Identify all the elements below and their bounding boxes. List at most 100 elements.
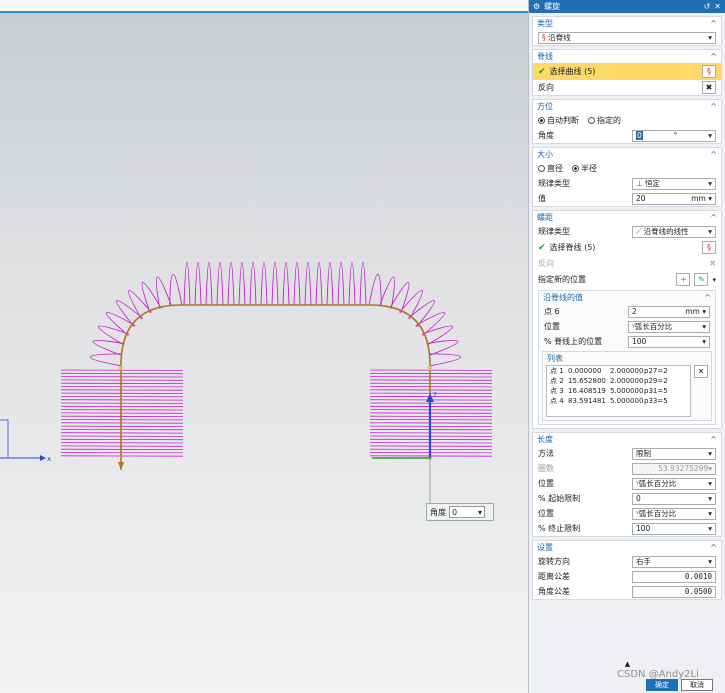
rotation-dropdown[interactable]: 右手 ▾ [632,555,716,568]
coil-loop [271,262,279,306]
point-value-input[interactable]: 2 mm ▾ [628,305,710,318]
list-item[interactable]: 点 3 16.408519 5.000000 p31=5 [547,386,690,396]
method-dropdown[interactable]: 限制 ▾ [632,447,716,460]
section-type: 类型 ^ § 沿脊线 ▾ [532,16,722,46]
size-value-input[interactable]: 20 mm ▾ [632,192,716,205]
angle-dock-label: 角度 [430,507,446,517]
collapse-icon: ^ [710,52,717,61]
coil-loop [368,273,382,306]
angle-input[interactable]: 0 ° ▾ [632,129,716,142]
coil-loop [169,273,183,306]
list-cell: 5.000000 [610,397,644,405]
delete-icon[interactable]: ✕ [694,365,708,378]
section-header-length[interactable]: 长度 ^ [533,433,721,446]
close-icon[interactable]: ✕ [714,2,721,11]
coil-loop [348,262,356,306]
angle-dock-input[interactable]: 0 ▾ [449,506,485,518]
list-item[interactable]: 点 1 0.000000 2.000000 p27=2 [547,366,690,376]
law-icon: ⊥ [636,179,643,188]
helix-icon: § [542,33,546,42]
spine-end-arrow [118,462,124,470]
law-icon: ⟋ [636,227,642,236]
point-list[interactable]: 点 1 0.000000 2.000000 p27=2 点 2 15.652800 2.00… [546,365,691,417]
start-limit-input[interactable]: 0 ▾ [632,492,716,505]
type-dropdown[interactable]: § 沿脊线 ▾ [538,31,716,44]
section-header-size[interactable]: 大小 ^ [533,148,721,161]
coil-loop [155,276,172,309]
list-cell: p33=5 [644,397,668,405]
coil-loop [194,262,202,306]
position-dropdown[interactable]: ᵞ弧长百分比 ▾ [628,320,710,333]
section-header-orientation[interactable]: 方位 ^ [533,100,721,113]
list-cell: 点 1 [550,367,564,375]
list-cell: 点 4 [550,397,564,405]
check-icon: ✔ [538,242,546,253]
coil-loop [89,353,122,367]
gear-icon: ⚙ [533,2,541,11]
list-cell: p31=5 [644,387,668,395]
coil-loop [216,262,224,306]
collapse-icon: ^ [710,102,717,111]
watermark: CSDN @Andy2Li [617,669,699,680]
collapse-icon: ^ [710,150,717,159]
coil-loop [282,262,290,306]
list-header[interactable]: 列表 [543,352,711,365]
list-cell: 0.000000 [568,367,602,375]
section-size: 大小 ^ 直径 半径 规律类型 ⊥ 恒定 ▾ 值 20 mm ▾ [532,147,722,207]
sub-header-along[interactable]: 沿脊线的值 ^ [539,291,715,304]
list-cell: 点 2 [550,377,564,385]
distance-tolerance-input[interactable]: 0.0010 [632,570,716,583]
expand-icon[interactable]: ▲ [529,660,725,668]
radio-radius[interactable]: 半径 [572,163,597,174]
wcs-box [0,419,9,459]
cancel-button[interactable]: 取消 [681,679,713,691]
select-curve-row[interactable]: ✔ 选择曲线 (5) § [533,63,721,80]
list-item[interactable]: 点 2 15.652800 2.000000 p29=2 [547,376,690,386]
coil-loop [106,312,136,336]
ok-button[interactable]: 确定 [646,679,678,691]
x-axis-label: x [47,455,51,463]
helix-dialog: ⚙ 螺旋 ↺ ✕ 类型 ^ § 沿脊线 ▾ 脊线 ^ ✔ 选择曲线 (5) § 反向 ✖ … [528,0,725,693]
graphics-viewport[interactable]: Z x 角度 0 ▾ [0,0,528,693]
section-header-type[interactable]: 类型 ^ [533,17,721,30]
coil-loop [326,262,334,306]
section-settings: 设置 ^ 旋转方向 右手 ▾ 距离公差 0.0010 角度公差 0.0500 [532,540,722,600]
z-axis-label: Z [433,392,437,399]
end-limit-input[interactable]: 100 ▾ [632,522,716,535]
section-header-settings[interactable]: 设置 ^ [533,541,721,554]
radio-diameter[interactable]: 直径 [538,163,563,174]
section-pitch: 螺距 ^ 规律类型 ⟋ 沿脊线的线性 ▾ ✔ 选择脊线 (5) § 反向 ✖ 指定新的位置 +… [532,210,722,429]
angle-dock: 角度 0 ▾ [426,503,494,521]
pitch-law-dropdown[interactable]: ⟋ 沿脊线的线性 ▾ [632,225,716,238]
list-cell: 5.000000 [610,387,644,395]
start-position-dropdown[interactable]: ᵞ弧长百分比 ▾ [632,477,716,490]
spine-select-icon[interactable]: § [702,241,716,254]
curve-select-icon[interactable]: § [702,65,716,78]
coil-loop [337,262,345,306]
select-spine-label[interactable]: 选择脊线 (5) [550,242,698,253]
list-cell: 点 3 [550,387,564,395]
coil-loop [260,262,268,306]
coil-loop [205,262,213,306]
spine-point [118,365,124,371]
radio-auto[interactable]: 自动判断 [538,115,579,126]
section-orientation: 方位 ^ 自动判断 指定的 角度 0 ° ▾ [532,99,722,144]
list-item[interactable]: 点 4 83.591481 5.000000 p33=5 [547,396,690,406]
point-pick-icon[interactable]: ✎ [694,273,709,286]
along-spine-values: 沿脊线的值 ^ 点 6 2 mm ▾ 位置 ᵞ弧长百分比 ▾ % 脊线上的位置 100 ▾ 列… [538,290,716,425]
chevron-down-icon: ▾ [708,33,712,42]
radio-specified[interactable]: 指定的 [588,115,621,126]
section-header-spine[interactable]: 脊线 ^ [533,50,721,63]
angle-tolerance-input[interactable]: 0.0500 [632,585,716,598]
list-cell: 16.408519 [568,387,606,395]
section-header-pitch[interactable]: 螺距 ^ [533,211,721,224]
size-law-dropdown[interactable]: ⊥ 恒定 ▾ [632,177,716,190]
coil-loop [183,262,191,306]
reverse-direction-icon[interactable]: ✖ [702,81,716,94]
section-spine: 脊线 ^ ✔ 选择曲线 (5) § 反向 ✖ [532,49,722,96]
list-cell: p29=2 [644,377,668,385]
end-position-dropdown[interactable]: ᵞ弧长百分比 ▾ [632,507,716,520]
point-add-icon[interactable]: + [676,273,691,286]
percent-input[interactable]: 100 ▾ [628,335,710,348]
reset-icon[interactable]: ↺ [704,2,711,11]
